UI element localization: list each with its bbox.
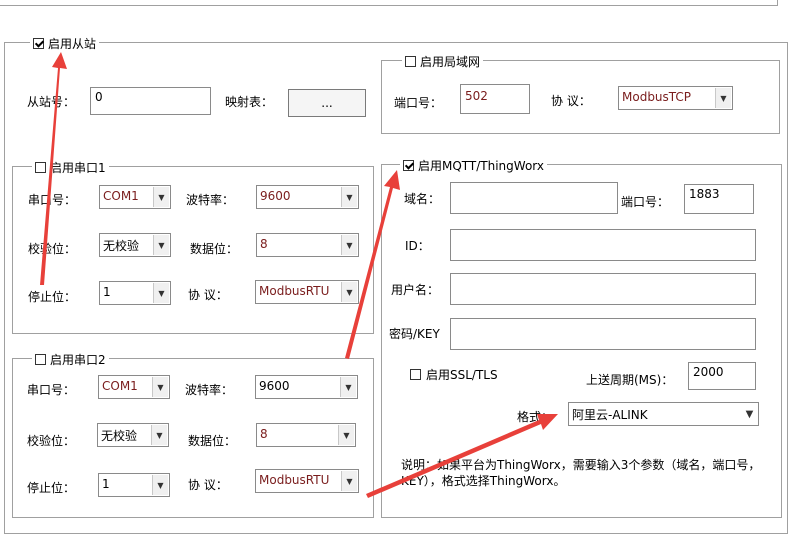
- serial2-protocol-select[interactable]: ModbusRTU ▼: [255, 469, 359, 493]
- chevron-down-icon: ▼: [152, 475, 168, 495]
- serial2-stopbits-label: 停止位：: [27, 481, 76, 495]
- serial2-databits-label: 数据位：: [188, 434, 237, 448]
- serial1-protocol-label: 协 议：: [188, 288, 228, 302]
- serial1-databits-value: 8: [260, 237, 268, 251]
- mqtt-id-label: ID：: [405, 239, 430, 253]
- serial2-parity-value: 无校验: [101, 429, 138, 443]
- serial2-baud-value: 9600: [259, 379, 290, 393]
- mapping-label: 映射表：: [225, 95, 274, 109]
- lan-protocol-label: 协 议：: [551, 94, 591, 108]
- mqtt-period-label: 上送周期(MS)：: [586, 373, 674, 387]
- mqtt-period-input[interactable]: 2000: [688, 362, 756, 390]
- serial1-databits-select[interactable]: 8 ▼: [256, 233, 359, 257]
- chevron-down-icon: ▼: [715, 88, 731, 108]
- lan-enable-label: 启用局域网: [420, 55, 481, 69]
- serial2-port-value: COM1: [102, 379, 138, 393]
- serial1-port-label: 串口号：: [28, 193, 77, 207]
- lan-port-input[interactable]: 502: [460, 84, 530, 114]
- chevron-down-icon: ▼: [152, 377, 168, 397]
- mqtt-enable-label: 启用MQTT/ThingWorx: [418, 159, 545, 173]
- chevron-down-icon: ▼: [153, 187, 169, 207]
- mqtt-domain-label: 域名：: [404, 192, 441, 206]
- ssl-option[interactable]: 启用SSL/TLS: [410, 366, 498, 383]
- mqtt-note-line2: KEY），格式选择ThingWorx。: [401, 474, 566, 488]
- serial1-port-select[interactable]: COM1 ▼: [99, 185, 171, 209]
- chevron-down-icon: ▼: [341, 235, 357, 255]
- serial1-protocol-value: ModbusRTU: [259, 284, 330, 298]
- chevron-down-icon: ▼: [341, 471, 357, 491]
- mapping-button-label: ...: [321, 96, 333, 110]
- mapping-button[interactable]: ...: [288, 89, 366, 117]
- mqtt-port-input[interactable]: 1883: [684, 184, 754, 214]
- chevron-down-icon: ▼: [341, 282, 357, 302]
- ssl-label: 启用SSL/TLS: [426, 368, 498, 382]
- mqtt-domain-input[interactable]: [450, 182, 618, 214]
- mqtt-password-input[interactable]: [450, 318, 756, 350]
- serial2-stopbits-value: 1: [102, 477, 110, 491]
- serial2-port-select[interactable]: COM1 ▼: [98, 375, 170, 399]
- serial1-protocol-select[interactable]: ModbusRTU ▼: [255, 280, 359, 304]
- mqtt-note: 说明：如果平台为ThingWorx，需要输入3个参数（域名，端口号， KEY），…: [401, 457, 773, 489]
- lan-legend: 启用局域网: [402, 53, 484, 70]
- serial1-parity-select[interactable]: 无校验 ▼: [99, 233, 171, 257]
- chevron-down-icon: ▼: [153, 283, 169, 303]
- station-no-input[interactable]: 0: [90, 87, 211, 115]
- chevron-down-icon: ▼: [340, 377, 356, 397]
- mqtt-username-label: 用户名：: [391, 283, 440, 297]
- mqtt-note-line1: 说明：如果平台为ThingWorx，需要输入3个参数（域名，端口号，: [401, 458, 761, 472]
- mqtt-id-input[interactable]: [450, 229, 756, 261]
- serial2-baud-label: 波特率：: [185, 383, 234, 397]
- serial2-enable-checkbox[interactable]: [35, 354, 46, 365]
- mqtt-format-select[interactable]: 阿里云-ALINK ▼: [568, 402, 759, 426]
- serial1-baud-label: 波特率：: [186, 193, 235, 207]
- serial1-legend: 启用串口1: [32, 159, 109, 176]
- mqtt-legend: 启用MQTT/ThingWorx: [400, 157, 548, 174]
- serial1-enable-label: 启用串口1: [50, 161, 106, 175]
- chevron-down-icon: ▼: [151, 425, 167, 445]
- slave-enable-checkbox[interactable]: [33, 38, 44, 49]
- serial1-parity-value: 无校验: [103, 239, 140, 253]
- serial1-enable-checkbox[interactable]: [35, 162, 46, 173]
- chevron-down-icon: ▼: [742, 404, 757, 424]
- mqtt-password-label: 密码/KEY: [389, 327, 440, 341]
- slave-enable-label: 启用从站: [48, 37, 97, 51]
- serial2-protocol-value: ModbusRTU: [259, 473, 330, 487]
- ssl-checkbox[interactable]: [410, 369, 421, 380]
- mqtt-port-label: 端口号：: [621, 195, 670, 209]
- station-no-label: 从站号：: [27, 95, 76, 109]
- mqtt-format-value: 阿里云-ALINK: [572, 408, 648, 422]
- serial2-databits-value: 8: [260, 427, 268, 441]
- lan-port-label: 端口号：: [394, 96, 443, 110]
- serial1-stopbits-label: 停止位：: [28, 290, 77, 304]
- serial1-baud-value: 9600: [260, 189, 291, 203]
- serial1-databits-label: 数据位：: [190, 242, 239, 256]
- slave-legend: 启用从站: [30, 35, 100, 52]
- mqtt-enable-checkbox[interactable]: [403, 160, 414, 171]
- serial2-stopbits-select[interactable]: 1 ▼: [98, 473, 170, 497]
- serial2-databits-select[interactable]: 8 ▼: [256, 423, 356, 447]
- serial2-parity-select[interactable]: 无校验 ▼: [97, 423, 169, 447]
- serial2-legend: 启用串口2: [32, 351, 109, 368]
- serial1-port-value: COM1: [103, 189, 139, 203]
- serial1-baud-select[interactable]: 9600 ▼: [256, 185, 359, 209]
- top-frame-edge: [0, 0, 778, 6]
- lan-protocol-select[interactable]: ModbusTCP ▼: [618, 86, 733, 110]
- chevron-down-icon: ▼: [338, 425, 354, 445]
- serial2-protocol-label: 协 议：: [188, 478, 228, 492]
- serial2-baud-select[interactable]: 9600 ▼: [255, 375, 358, 399]
- mqtt-format-label: 格式：: [517, 410, 554, 424]
- serial1-stopbits-select[interactable]: 1 ▼: [99, 281, 171, 305]
- lan-protocol-value: ModbusTCP: [622, 90, 692, 104]
- serial2-enable-label: 启用串口2: [50, 353, 106, 367]
- serial2-port-label: 串口号：: [27, 383, 76, 397]
- lan-enable-checkbox[interactable]: [405, 56, 416, 67]
- serial1-parity-label: 校验位：: [28, 242, 77, 256]
- chevron-down-icon: ▼: [341, 187, 357, 207]
- serial2-parity-label: 校验位：: [27, 434, 76, 448]
- serial1-stopbits-value: 1: [103, 285, 111, 299]
- mqtt-username-input[interactable]: [450, 273, 756, 305]
- chevron-down-icon: ▼: [153, 235, 169, 255]
